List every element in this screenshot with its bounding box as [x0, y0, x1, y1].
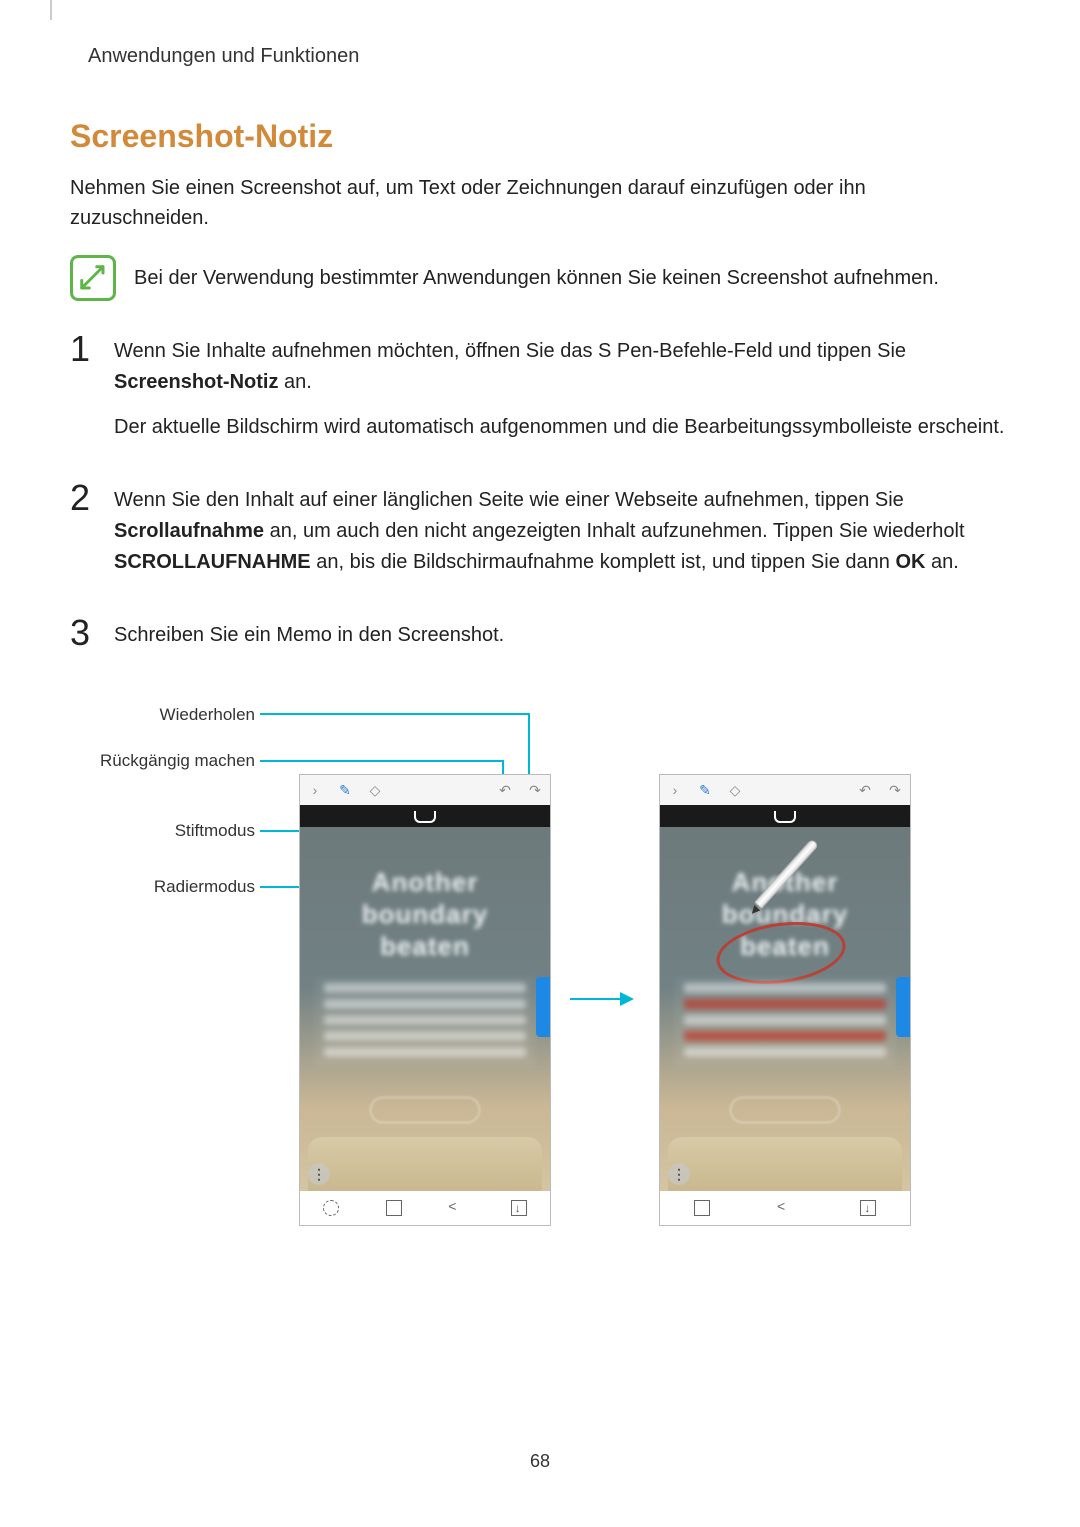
scroll-capture-icon — [323, 1200, 339, 1216]
label-eraser-mode: Radiermodus — [140, 877, 255, 897]
edit-toolbar: › ✎ ◇ ↶ ↷ — [300, 775, 550, 805]
pen-icon: ✎ — [336, 781, 354, 799]
save-icon — [860, 1200, 876, 1216]
crop-icon — [694, 1200, 710, 1216]
edit-toolbar: › ✎ ◇ ↶ ↷ — [660, 775, 910, 805]
mock-button — [730, 1097, 840, 1123]
text: an. — [278, 371, 311, 393]
leader-line — [528, 713, 530, 783]
bold-term: OK — [895, 551, 925, 573]
mock-headline: boundary — [362, 899, 488, 930]
save-icon — [511, 1200, 527, 1216]
undo-icon: ↶ — [856, 781, 874, 799]
share-icon — [448, 1200, 464, 1216]
step-number: 3 — [70, 615, 92, 660]
mock-paragraph — [674, 977, 896, 1067]
step-number: 1 — [70, 331, 92, 452]
step-2: 2 Wenn Sie den Inhalt auf einer länglich… — [70, 485, 1010, 592]
redo-icon: ↷ — [886, 781, 904, 799]
mock-image — [668, 1137, 902, 1191]
arrow-icon — [570, 989, 640, 1009]
undo-icon: ↶ — [496, 781, 514, 799]
phone-mock-left: › ✎ ◇ ↶ ↷ Another boundary beaten ⋮ — [300, 775, 550, 1225]
step-number: 2 — [70, 480, 92, 587]
label-undo: Rückgängig machen — [100, 751, 255, 771]
text: an, um auch den nicht angezeigten Inhalt… — [264, 520, 964, 542]
eraser-icon: ◇ — [366, 781, 384, 799]
back-icon: › — [666, 781, 684, 799]
text: an. — [925, 551, 958, 573]
back-icon: › — [306, 781, 324, 799]
text: Wenn Sie Inhalte aufnehmen möchten, öffn… — [114, 340, 906, 362]
page-number: 68 — [530, 1451, 550, 1472]
redo-icon: ↷ — [526, 781, 544, 799]
share-icon — [777, 1200, 793, 1216]
phone-screen: Another boundary beaten ⋮ — [300, 827, 550, 1225]
phone-screen: Another boundary beaten ⋮ — [660, 827, 910, 1225]
bold-term: SCROLLAUFNAHME — [114, 551, 311, 573]
leader-line — [260, 760, 504, 762]
note-text: Bei der Verwendung bestimmter Anwendunge… — [134, 263, 939, 293]
text: an, bis die Bildschirmaufnahme komplett … — [311, 551, 896, 573]
side-tab — [536, 977, 550, 1037]
figure-diagram: Wiederholen Rückgängig machen Stiftmodus… — [100, 693, 980, 1253]
text: Wenn Sie den Inhalt auf einer länglichen… — [114, 489, 904, 511]
phone-topbar — [300, 805, 550, 827]
bold-term: Scrollaufnahme — [114, 520, 264, 542]
note-block: Bei der Verwendung bestimmter Anwendunge… — [70, 255, 1010, 301]
label-redo: Wiederholen — [125, 705, 255, 725]
side-tab — [896, 977, 910, 1037]
label-pen-mode: Stiftmodus — [160, 821, 255, 841]
note-icon — [70, 255, 116, 301]
pen-icon: ✎ — [696, 781, 714, 799]
step-3: 3 Schreiben Sie ein Memo in den Screensh… — [70, 620, 1010, 665]
bold-term: Screenshot-Notiz — [114, 371, 278, 393]
mock-image — [308, 1137, 542, 1191]
leader-line — [260, 713, 530, 715]
phone-topbar — [660, 805, 910, 827]
step-1-line-1: Wenn Sie Inhalte aufnehmen möchten, öffn… — [114, 336, 1010, 398]
bottom-action-bar — [300, 1191, 550, 1225]
crop-icon — [386, 1200, 402, 1216]
chapter-title: Anwendungen und Funktionen — [88, 45, 1010, 68]
more-icon: ⋮ — [668, 1163, 690, 1185]
mock-button — [370, 1097, 480, 1123]
eraser-icon: ◇ — [726, 781, 744, 799]
phone-mock-right: › ✎ ◇ ↶ ↷ Another boundary beaten ⋮ — [660, 775, 910, 1225]
mock-headline: beaten — [380, 931, 470, 962]
mock-paragraph — [314, 977, 536, 1067]
step-3-text: Schreiben Sie ein Memo in den Screenshot… — [114, 620, 504, 651]
mock-headline: Another — [372, 867, 479, 898]
step-1-line-2: Der aktuelle Bildschirm wird automatisch… — [114, 412, 1010, 443]
step-2-text: Wenn Sie den Inhalt auf einer länglichen… — [114, 485, 1010, 578]
intro-paragraph: Nehmen Sie einen Screenshot auf, um Text… — [70, 173, 970, 233]
more-icon: ⋮ — [308, 1163, 330, 1185]
step-1: 1 Wenn Sie Inhalte aufnehmen möchten, öf… — [70, 336, 1010, 457]
section-title: Screenshot-Notiz — [70, 118, 1010, 155]
bottom-action-bar — [660, 1191, 910, 1225]
